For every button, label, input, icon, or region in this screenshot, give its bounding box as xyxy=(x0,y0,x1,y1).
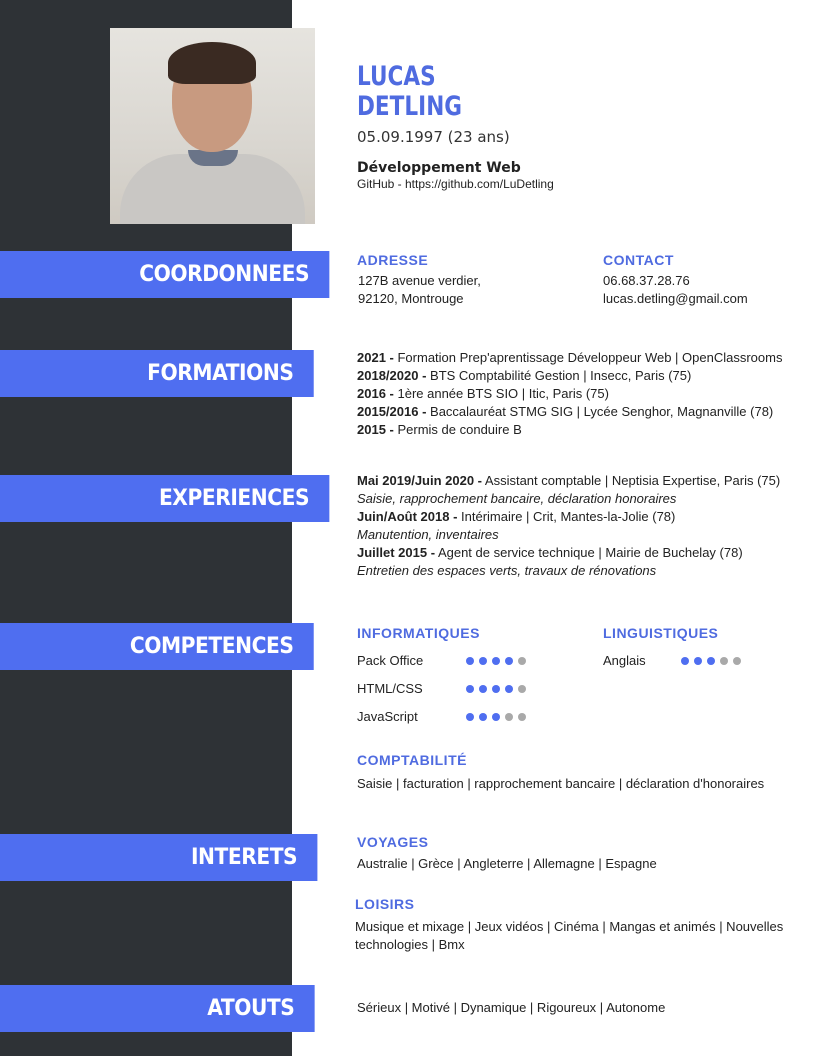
experience-item: Juillet 2015 - Agent de service techniqu… xyxy=(357,545,743,560)
formation-item: 2015/2016 - Baccalauréat STMG SIG | Lycé… xyxy=(357,404,774,419)
job-title: Développement Web xyxy=(357,160,521,176)
experience-desc: Entretien des espaces verts, travaux de … xyxy=(357,563,657,578)
experience-item: Mai 2019/Juin 2020 - Assistant comptable… xyxy=(357,473,781,488)
skill-rating xyxy=(681,657,741,665)
loisirs-text: Musique et mixage | Jeux vidéos | Cinéma… xyxy=(355,919,784,952)
experiences-list: Mai 2019/Juin 2020 - Assistant comptable… xyxy=(357,472,780,580)
rating-dot-filled xyxy=(479,685,487,693)
voyages-label: VOYAGES xyxy=(357,834,429,850)
rating-dot-filled xyxy=(479,657,487,665)
section-competences: COMPETENCES xyxy=(0,623,314,670)
section-atouts: ATOUTS xyxy=(0,985,315,1032)
skill-name: JavaScript xyxy=(357,709,418,724)
rating-dot-filled xyxy=(694,657,702,665)
skill-rating xyxy=(466,685,526,693)
skill-rating xyxy=(466,657,526,665)
formation-item: 2015 - Permis de conduire B xyxy=(357,422,522,437)
rating-dot-filled xyxy=(466,713,474,721)
formation-item: 2021 - Formation Prep'aprentissage Dével… xyxy=(357,350,783,365)
rating-dot-filled xyxy=(505,657,513,665)
section-coordonnees: COORDONNEES xyxy=(0,251,330,298)
skill-name: Pack Office xyxy=(357,653,424,668)
section-experiences: EXPERIENCES xyxy=(0,475,330,522)
informatiques-label: INFORMATIQUES xyxy=(357,625,480,641)
section-formations: FORMATIONS xyxy=(0,350,314,397)
section-interets: INTERETS xyxy=(0,834,318,881)
rating-dot-filled xyxy=(492,685,500,693)
birth-date: 05.09.1997 (23 ans) xyxy=(357,128,510,146)
skill-name: Anglais xyxy=(603,653,646,668)
rating-dot-empty xyxy=(518,685,526,693)
rating-dot-filled xyxy=(492,713,500,721)
address: 127B avenue verdier, 92120, Montrouge xyxy=(358,273,481,306)
formations-list: 2021 - Formation Prep'aprentissage Dével… xyxy=(357,349,782,439)
skill-rating xyxy=(466,713,526,721)
full-name: LUCAS DETLING xyxy=(357,61,463,122)
rating-dot-filled xyxy=(681,657,689,665)
formation-item: 2018/2020 - BTS Comptabilité Gestion | I… xyxy=(357,368,692,383)
contact: 06.68.37.28.76 lucas.detling@gmail.com xyxy=(603,272,748,308)
rating-dot-empty xyxy=(505,713,513,721)
github-link[interactable]: GitHub - https://github.com/LuDetling xyxy=(357,177,554,191)
rating-dot-filled xyxy=(466,657,474,665)
loisirs-label: LOISIRS xyxy=(355,896,415,912)
rating-dot-filled xyxy=(466,685,474,693)
rating-dot-empty xyxy=(720,657,728,665)
rating-dot-empty xyxy=(518,657,526,665)
comptabilite-label: COMPTABILITÉ xyxy=(357,752,467,768)
comptabilite-text: Saisie | facturation | rapprochement ban… xyxy=(357,776,765,791)
rating-dot-empty xyxy=(733,657,741,665)
skill-name: HTML/CSS xyxy=(357,681,423,696)
voyages-text: Australie | Grèce | Angleterre | Allemag… xyxy=(357,856,657,871)
rating-dot-filled xyxy=(479,713,487,721)
rating-dot-filled xyxy=(707,657,715,665)
experience-desc: Saisie, rapprochement bancaire, déclarat… xyxy=(357,491,677,506)
address-label: ADRESSE xyxy=(357,252,429,268)
experience-item: Juin/Août 2018 - Intérimaire | Crit, Man… xyxy=(357,509,676,524)
contact-label: CONTACT xyxy=(603,252,674,268)
rating-dot-filled xyxy=(492,657,500,665)
atouts-text: Sérieux | Motivé | Dynamique | Rigoureux… xyxy=(357,1000,666,1015)
rating-dot-empty xyxy=(518,713,526,721)
profile-photo xyxy=(110,28,315,224)
rating-dot-filled xyxy=(505,685,513,693)
experience-desc: Manutention, inventaires xyxy=(357,527,499,542)
email[interactable]: lucas.detling@gmail.com xyxy=(603,290,748,308)
formation-item: 2016 - 1ère année BTS SIO | Itic, Paris … xyxy=(357,386,609,401)
phone[interactable]: 06.68.37.28.76 xyxy=(603,272,748,290)
linguistiques-label: LINGUISTIQUES xyxy=(603,625,719,641)
